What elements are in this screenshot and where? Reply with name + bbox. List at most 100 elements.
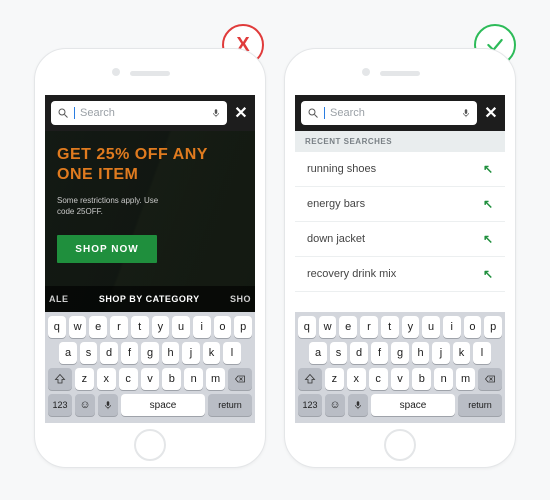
recent-search-item[interactable]: energy bars↖ (295, 187, 505, 222)
phone-camera (362, 68, 370, 76)
key-o[interactable]: o (214, 316, 232, 338)
key-z[interactable]: z (75, 368, 94, 390)
key-o[interactable]: o (464, 316, 482, 338)
key-a[interactable]: a (59, 342, 77, 364)
key-x[interactable]: x (347, 368, 366, 390)
key-c[interactable]: c (119, 368, 138, 390)
backspace-key[interactable] (228, 368, 252, 390)
recent-searches-header: RECENT SEARCHES (295, 131, 505, 152)
key-q[interactable]: q (48, 316, 66, 338)
category-bar: ALE SHOP BY CATEGORY SHO (45, 286, 255, 312)
shift-icon (304, 373, 316, 385)
home-button[interactable] (134, 429, 166, 461)
home-button[interactable] (384, 429, 416, 461)
category-tab-right[interactable]: SHO (230, 294, 251, 304)
space-key[interactable]: space (371, 394, 455, 416)
insert-arrow-icon[interactable]: ↖ (483, 162, 493, 176)
key-f[interactable]: f (371, 342, 389, 364)
key-e[interactable]: e (89, 316, 107, 338)
key-u[interactable]: u (172, 316, 190, 338)
dictation-key[interactable] (348, 394, 368, 416)
insert-arrow-icon[interactable]: ↖ (483, 267, 493, 281)
key-d[interactable]: d (100, 342, 118, 364)
key-p[interactable]: p (234, 316, 252, 338)
mic-icon (103, 399, 113, 411)
close-search-button[interactable]: ✕ (233, 103, 249, 123)
key-m[interactable]: m (206, 368, 225, 390)
key-a[interactable]: a (309, 342, 327, 364)
key-p[interactable]: p (484, 316, 502, 338)
category-tab-left[interactable]: ALE (49, 294, 69, 304)
key-v[interactable]: v (391, 368, 410, 390)
key-l[interactable]: l (223, 342, 241, 364)
key-t[interactable]: t (381, 316, 399, 338)
phone-bad-example: Search ✕ GET 25% OFF ANY ONE ITEM Some r… (34, 48, 266, 468)
key-b[interactable]: b (162, 368, 181, 390)
key-u[interactable]: u (422, 316, 440, 338)
key-r[interactable]: r (110, 316, 128, 338)
key-w[interactable]: w (319, 316, 337, 338)
shift-key[interactable] (48, 368, 72, 390)
key-d[interactable]: d (350, 342, 368, 364)
key-t[interactable]: t (131, 316, 149, 338)
key-x[interactable]: x (97, 368, 116, 390)
key-v[interactable]: v (141, 368, 160, 390)
text-cursor (324, 107, 325, 119)
close-search-button[interactable]: ✕ (483, 103, 499, 123)
phone-camera (112, 68, 120, 76)
emoji-key[interactable]: ☺ (75, 394, 95, 416)
key-k[interactable]: k (453, 342, 471, 364)
promo-overlay: GET 25% OFF ANY ONE ITEM Some restrictio… (45, 131, 255, 312)
key-h[interactable]: h (162, 342, 180, 364)
key-c[interactable]: c (369, 368, 388, 390)
return-key[interactable]: return (208, 394, 252, 416)
key-h[interactable]: h (412, 342, 430, 364)
key-j[interactable]: j (432, 342, 450, 364)
insert-arrow-icon[interactable]: ↖ (483, 232, 493, 246)
key-w[interactable]: w (69, 316, 87, 338)
key-z[interactable]: z (325, 368, 344, 390)
return-key[interactable]: return (458, 394, 502, 416)
recent-search-label: down jacket (307, 233, 365, 245)
key-l[interactable]: l (473, 342, 491, 364)
key-m[interactable]: m (456, 368, 475, 390)
insert-arrow-icon[interactable]: ↖ (483, 197, 493, 211)
recent-search-item[interactable]: recovery drink mix↖ (295, 257, 505, 292)
numbers-key[interactable]: 123 (48, 394, 72, 416)
search-input[interactable]: Search (301, 101, 477, 125)
key-k[interactable]: k (203, 342, 221, 364)
key-e[interactable]: e (339, 316, 357, 338)
key-b[interactable]: b (412, 368, 431, 390)
mic-icon (353, 399, 363, 411)
key-n[interactable]: n (434, 368, 453, 390)
recent-search-item[interactable]: down jacket ↖ (295, 222, 505, 257)
key-y[interactable]: y (152, 316, 170, 338)
shift-key[interactable] (298, 368, 322, 390)
backspace-icon (234, 373, 246, 385)
backspace-key[interactable] (478, 368, 502, 390)
category-tab-active[interactable]: SHOP BY CATEGORY (99, 294, 200, 304)
dictation-key[interactable] (98, 394, 118, 416)
key-s[interactable]: s (330, 342, 348, 364)
recent-search-item[interactable]: running shoes↖ (295, 152, 505, 187)
key-j[interactable]: j (182, 342, 200, 364)
space-key[interactable]: space (121, 394, 205, 416)
key-g[interactable]: g (391, 342, 409, 364)
key-i[interactable]: i (193, 316, 211, 338)
shop-now-button[interactable]: SHOP NOW (57, 235, 157, 263)
key-g[interactable]: g (141, 342, 159, 364)
emoji-key[interactable]: ☺ (325, 394, 345, 416)
shift-icon (54, 373, 66, 385)
key-q[interactable]: q (298, 316, 316, 338)
search-input[interactable]: Search (51, 101, 227, 125)
mic-icon[interactable] (211, 107, 221, 119)
key-i[interactable]: i (443, 316, 461, 338)
promo-subtext: Some restrictions apply. Use code 25OFF. (57, 195, 177, 217)
key-s[interactable]: s (80, 342, 98, 364)
key-y[interactable]: y (402, 316, 420, 338)
key-f[interactable]: f (121, 342, 139, 364)
key-n[interactable]: n (184, 368, 203, 390)
numbers-key[interactable]: 123 (298, 394, 322, 416)
mic-icon[interactable] (461, 107, 471, 119)
key-r[interactable]: r (360, 316, 378, 338)
